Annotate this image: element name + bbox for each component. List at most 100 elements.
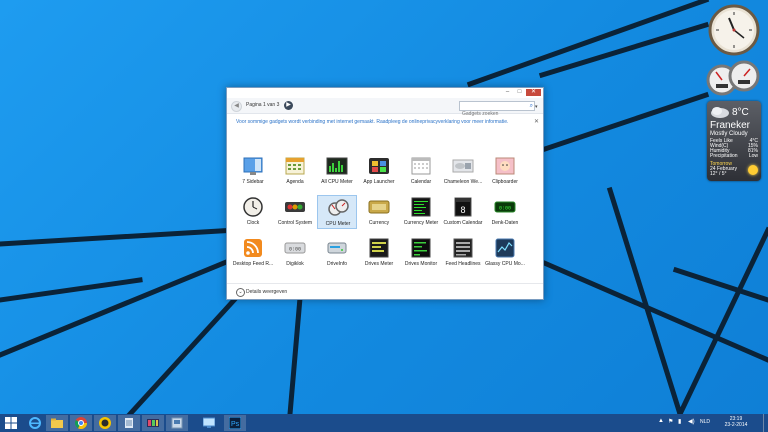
clock-gadget[interactable] — [708, 4, 760, 56]
show-desktop-button[interactable] — [763, 414, 768, 432]
digiklok-icon: 0:00 — [284, 242, 306, 254]
taskbar-app-badge[interactable] — [94, 415, 116, 431]
taskbar-file-explorer[interactable] — [46, 415, 68, 431]
gadget-search: ⌕ — [459, 101, 535, 118]
maximize-button[interactable]: □ — [514, 89, 525, 96]
chameleon-weather-icon — [452, 159, 474, 173]
taskbar-notepad[interactable] — [118, 415, 140, 431]
gadget-label: Drives Monitor — [404, 261, 438, 267]
taskbar-photoshop[interactable]: Ps — [224, 415, 246, 431]
gadget-tile[interactable]: Drives Meter — [359, 236, 399, 270]
next-page-button[interactable]: ▶ — [284, 101, 293, 110]
gadget-label: Currency — [368, 220, 390, 226]
gadget-tile[interactable]: All CPU Meter — [317, 154, 357, 188]
gadget-tile[interactable]: 0:00 Denk-Daten — [485, 195, 525, 229]
gadget-tile[interactable]: Clock — [233, 195, 273, 229]
search-dropdown-icon[interactable]: ▾ — [535, 104, 538, 110]
photoshop-icon: Ps — [229, 417, 241, 429]
weather-condition: Mostly Cloudy — [710, 131, 748, 137]
sidebar-icon — [243, 157, 263, 175]
flag-icon[interactable]: ⚑ — [668, 418, 673, 425]
weather-row: Precipitation Low — [710, 153, 758, 159]
weather-gadget[interactable]: 8°C Franeker Mostly Cloudy Feels Like 4°C… — [707, 101, 761, 181]
gadgets-window: – □ ✕ ◀ Pagina 1 van 3 ▶ ⌕ ▾ Voor sommig… — [226, 87, 544, 300]
analog-clock-icon — [708, 4, 760, 56]
glassy-cpu-monitor-icon — [495, 238, 515, 258]
network-icon[interactable]: ▮ — [678, 418, 681, 425]
taskbar-internet-explorer[interactable] — [24, 415, 46, 431]
details-toggle[interactable]: Details weergeven — [246, 289, 287, 295]
clock-date: 23-2-2014 — [724, 422, 748, 428]
taskbar-remote-desktop[interactable] — [198, 415, 220, 431]
close-button[interactable]: ✕ — [526, 89, 541, 96]
gadget-tile[interactable]: Glassy CPU Mo... — [485, 236, 525, 270]
sun-icon — [748, 165, 758, 175]
gadget-tile[interactable]: Control System — [275, 195, 315, 229]
drives-meter-icon — [369, 238, 389, 258]
gadget-label: 7 Sidebar — [242, 179, 264, 185]
gadget-tile[interactable]: Calendar — [401, 154, 441, 188]
gadget-tile[interactable]: 8 Custom Calendar — [443, 195, 483, 229]
gadget-tile[interactable]: CPU Meter — [317, 195, 357, 229]
gadget-tile[interactable]: 7 Sidebar — [233, 154, 273, 188]
weather-details: Feels Like 4°C Wind(C) 15% Humidity 81% Pre… — [710, 139, 758, 159]
gadget-label: Agenda — [286, 179, 304, 185]
gadget-label: App Launcher — [363, 179, 395, 185]
tray-expand-icon[interactable]: ▲ — [658, 418, 664, 424]
chevron-down-icon[interactable]: ⌄ — [236, 288, 245, 297]
gadget-label: Calendar — [410, 179, 432, 185]
start-button[interactable] — [0, 415, 22, 431]
gadget-tile[interactable]: Drives Monitor — [401, 236, 441, 270]
svg-text:Ps: Ps — [231, 421, 240, 428]
custom-calendar-icon: 8 — [454, 197, 472, 217]
taskbar-media-app[interactable] — [142, 415, 164, 431]
driveinfo-icon — [327, 242, 347, 254]
all-cpu-meter-icon — [326, 157, 348, 175]
gadget-label: Clock — [246, 220, 260, 226]
gadget-tile[interactable]: DriveInfo — [317, 236, 357, 270]
chrome-icon — [75, 417, 87, 429]
cpu-meter-gadget[interactable] — [706, 60, 762, 98]
taskbar-clock[interactable]: 23:19 23-2-2014 — [718, 416, 754, 428]
details-bar: ⌄ Details weergeven — [227, 283, 543, 299]
app-launcher-icon — [369, 158, 389, 174]
calendar-day-number: 8 — [460, 205, 465, 215]
notepad-icon — [125, 418, 133, 428]
digital-clock-readout: 0:00 — [499, 206, 511, 212]
control-system-icon — [285, 202, 305, 212]
gadget-tile[interactable]: Currency Meter — [401, 195, 441, 229]
gadget-tile[interactable]: Clipboarder — [485, 154, 525, 188]
internet-notice[interactable]: Voor sommige gadgets wordt verbinding me… — [236, 119, 508, 125]
gadget-tile[interactable]: Agenda — [275, 154, 315, 188]
minimize-button[interactable]: – — [502, 89, 513, 96]
drives-monitor-icon — [411, 238, 431, 258]
calendar-icon — [411, 157, 431, 175]
currency-icon — [368, 200, 390, 214]
search-icon[interactable]: ⌕ — [530, 102, 533, 110]
volume-icon[interactable]: ◀) — [688, 418, 695, 425]
notice-close-icon[interactable]: ✕ — [534, 118, 539, 125]
page-indicator: Pagina 1 van 3 — [246, 102, 280, 108]
search-input[interactable] — [460, 110, 522, 118]
taskbar: Ps ▲ ⚑ ▮ ◀) NLD 23:19 23-2-2014 — [0, 414, 768, 432]
previous-page-button[interactable]: ◀ — [231, 101, 242, 112]
weather-temperature: 8°C — [732, 107, 749, 118]
taskbar-chrome[interactable] — [70, 415, 92, 431]
rss-feed-icon — [244, 239, 262, 257]
folder-icon — [51, 418, 63, 428]
language-indicator[interactable]: NLD — [700, 419, 710, 425]
gadget-label: Currency Meter — [403, 220, 439, 226]
gadget-tile[interactable]: 0:00 Digiklok — [275, 236, 315, 270]
gadget-tile[interactable]: App Launcher — [359, 154, 399, 188]
weather-forecast: Tomorrow 24 February 12° / 5° — [710, 161, 737, 177]
agenda-icon — [285, 157, 305, 175]
gadget-label: Denk-Daten — [491, 220, 519, 226]
gadget-tile[interactable]: Feed Headlines — [443, 236, 483, 270]
gadget-tile[interactable]: Desktop Feed R... — [233, 236, 273, 270]
denk-daten-icon: 0:00 — [494, 201, 516, 213]
clock-icon — [243, 197, 263, 217]
gadget-tile[interactable]: Chameleon We... — [443, 154, 483, 188]
gadget-tile[interactable]: Currency — [359, 195, 399, 229]
taskbar-gadget-app[interactable] — [166, 415, 188, 431]
currency-meter-icon — [411, 197, 431, 217]
